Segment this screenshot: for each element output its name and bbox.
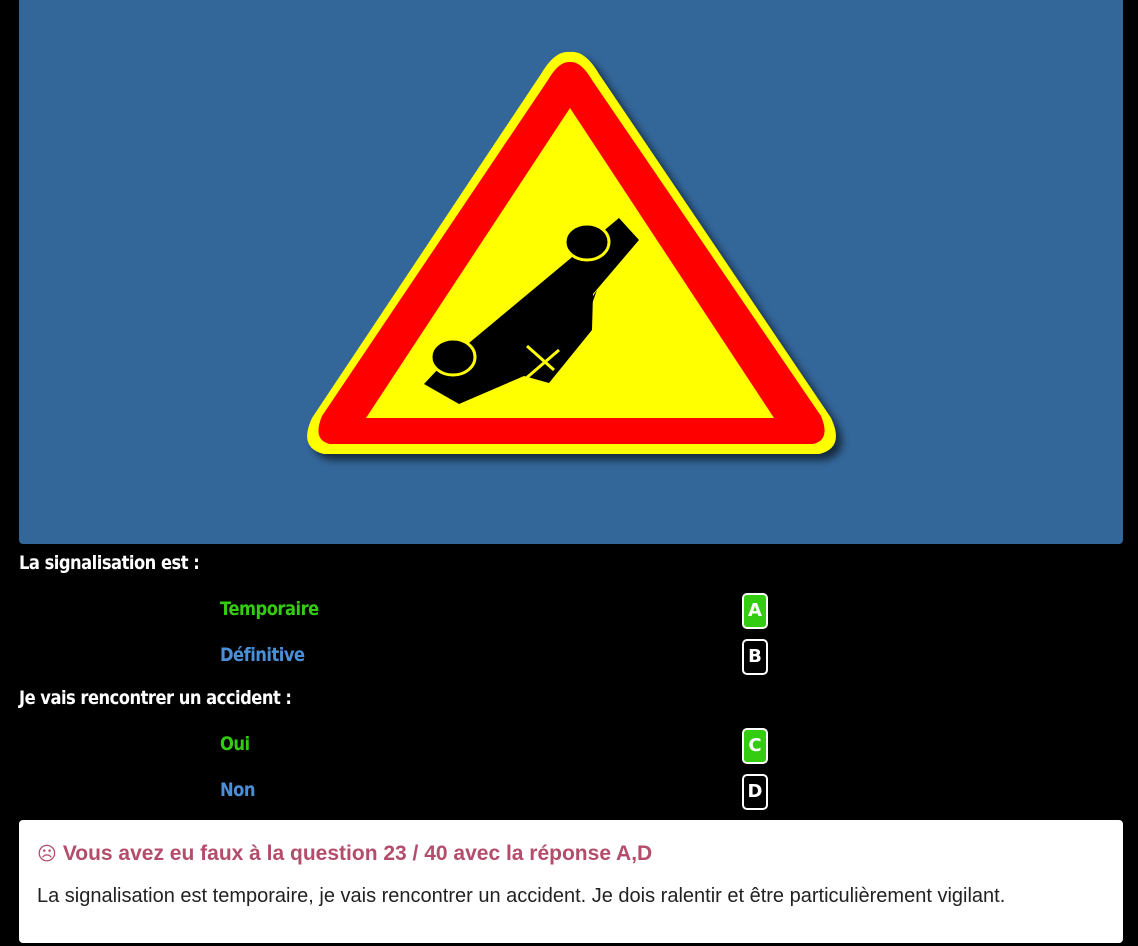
- feedback-box: ☹ Vous avez eu faux à la question 23 / 40…: [19, 820, 1123, 943]
- answer-temporaire-label[interactable]: Temporaire: [220, 598, 319, 620]
- answer-d-button[interactable]: D: [742, 774, 768, 810]
- overturned-car-warning-sign-icon: [307, 51, 836, 454]
- question-1-text: La signalisation est :: [19, 552, 200, 574]
- feedback-explanation: La signalisation est temporaire, je vais…: [37, 885, 1006, 907]
- feedback-title-text: Vous avez eu faux à la question 23 / 40 …: [62, 842, 653, 865]
- answer-a-button[interactable]: A: [742, 593, 768, 629]
- answer-definitive-label[interactable]: Définitive: [220, 644, 305, 666]
- answer-c-button[interactable]: C: [742, 728, 768, 764]
- answer-oui-label[interactable]: Oui: [220, 733, 250, 755]
- answer-b-button[interactable]: B: [742, 639, 768, 675]
- question-2-text: Je vais rencontrer un accident :: [19, 687, 292, 709]
- answer-non-label[interactable]: Non: [220, 779, 256, 801]
- sad-face-icon: ☹: [37, 843, 57, 865]
- sign-image-panel: [19, 0, 1123, 544]
- feedback-title: ☹ Vous avez eu faux à la question 23 / 40…: [37, 842, 652, 866]
